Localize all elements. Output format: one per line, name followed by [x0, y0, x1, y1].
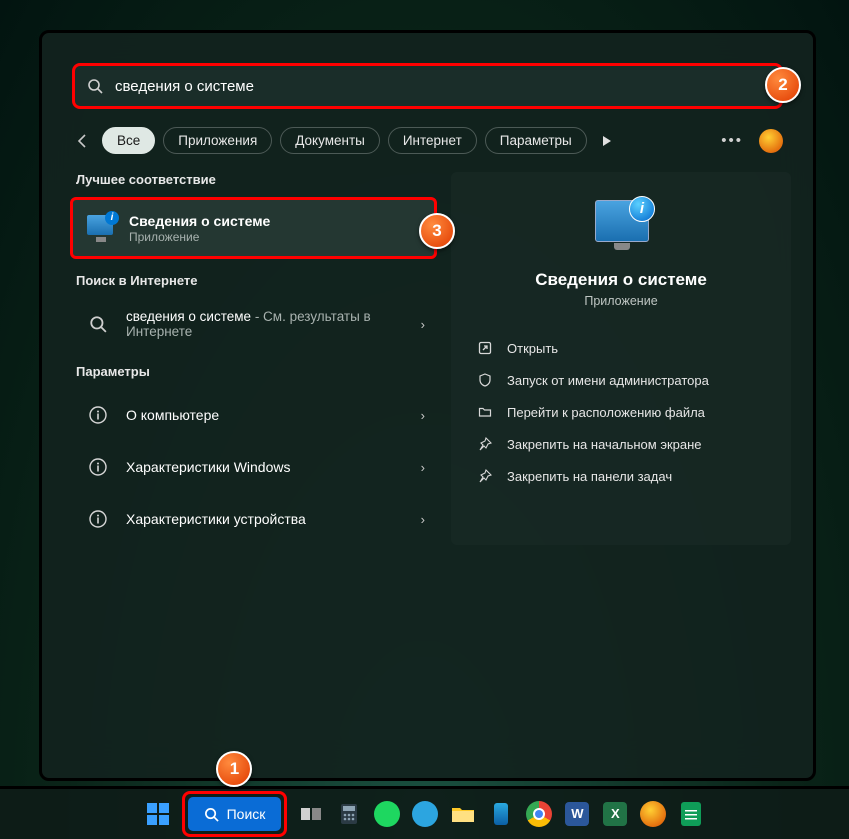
taskbar-search-button[interactable]: Поиск [188, 797, 282, 831]
action-label: Закрепить на панели задач [507, 469, 672, 484]
annotation-badge-1: 1 [216, 751, 252, 787]
search-window: 2 Все Приложения Документы Интернет Пара… [39, 30, 816, 781]
result-web-search[interactable]: сведения о системе - См. результаты в Ин… [70, 298, 437, 350]
action-open-location[interactable]: Перейти к расположению файла [451, 396, 791, 428]
result-title: Сведения о системе [129, 213, 422, 229]
search-box[interactable] [72, 63, 783, 109]
sheets-icon[interactable] [677, 800, 705, 828]
info-icon [82, 503, 114, 535]
spotify-icon[interactable] [373, 800, 401, 828]
word-icon[interactable]: W [563, 800, 591, 828]
folder-icon [477, 404, 493, 420]
desktop: 2 Все Приложения Документы Интернет Пара… [0, 0, 849, 839]
pin-icon [477, 468, 493, 484]
system-info-icon: i [85, 212, 117, 244]
start-button[interactable] [144, 800, 172, 828]
annotation-badge-3: 3 [419, 213, 455, 249]
filter-settings[interactable]: Параметры [485, 127, 587, 154]
action-pin-taskbar[interactable]: Закрепить на панели задач [451, 460, 791, 492]
more-filters-icon[interactable] [601, 135, 613, 147]
filter-documents[interactable]: Документы [280, 127, 380, 154]
action-open[interactable]: Открыть [451, 332, 791, 364]
result-device-specs[interactable]: Характеристики устройства › [70, 493, 437, 545]
chevron-right-icon: › [421, 317, 425, 332]
taskbar-search-callout: Поиск [182, 791, 288, 837]
action-label: Запуск от имени администратора [507, 373, 709, 388]
taskbar-search-label: Поиск [227, 806, 266, 822]
ccleaner-icon[interactable] [639, 800, 667, 828]
search-icon [87, 78, 103, 94]
search-input[interactable] [113, 77, 768, 96]
filter-apps[interactable]: Приложения [163, 127, 272, 154]
preview-sub: Приложение [451, 294, 791, 308]
chevron-right-icon: › [421, 512, 425, 527]
chrome-icon[interactable] [525, 800, 553, 828]
user-avatar[interactable] [759, 129, 783, 153]
filter-web[interactable]: Интернет [388, 127, 477, 154]
info-icon [82, 399, 114, 431]
preview-app-icon: i [589, 198, 653, 254]
settings-header: Параметры [76, 364, 431, 379]
excel-icon[interactable]: X [601, 800, 629, 828]
best-match-header: Лучшее соответствие [76, 172, 431, 187]
pin-icon [477, 436, 493, 452]
action-run-admin[interactable]: Запуск от имени администратора [451, 364, 791, 396]
shield-icon [477, 372, 493, 388]
setting-label: Характеристики Windows [126, 459, 421, 475]
info-icon [82, 451, 114, 483]
open-icon [477, 340, 493, 356]
web-item-query: сведения о системе [126, 309, 251, 324]
app-icon[interactable] [487, 800, 515, 828]
preview-title: Сведения о системе [451, 270, 791, 290]
filter-row: Все Приложения Документы Интернет Параме… [72, 127, 783, 154]
explorer-icon[interactable] [449, 800, 477, 828]
calculator-icon[interactable] [335, 800, 363, 828]
web-search-header: Поиск в Интернете [76, 273, 431, 288]
taskview-icon[interactable] [297, 800, 325, 828]
filter-all[interactable]: Все [102, 127, 155, 154]
more-options-icon[interactable]: ••• [721, 132, 743, 149]
action-pin-start[interactable]: Закрепить на начальном экране [451, 428, 791, 460]
preview-panel: i Сведения о системе Приложение Открыть … [451, 172, 791, 545]
chevron-right-icon: › [421, 408, 425, 423]
result-sub: Приложение [129, 230, 422, 244]
result-about-pc[interactable]: О компьютере › [70, 389, 437, 441]
action-label: Закрепить на начальном экране [507, 437, 702, 452]
result-system-info[interactable]: i Сведения о системе Приложение [70, 197, 437, 259]
action-label: Перейти к расположению файла [507, 405, 705, 420]
taskbar: Поиск 1 W X [0, 786, 849, 839]
annotation-badge-2: 2 [765, 67, 801, 103]
setting-label: Характеристики устройства [126, 511, 421, 527]
action-label: Открыть [507, 341, 558, 356]
back-button[interactable] [72, 130, 94, 152]
setting-label: О компьютере [126, 407, 421, 423]
chevron-right-icon: › [421, 460, 425, 475]
results-panel: Лучшее соответствие i Сведения о системе [70, 172, 437, 545]
result-windows-specs[interactable]: Характеристики Windows › [70, 441, 437, 493]
search-icon [82, 308, 114, 340]
telegram-icon[interactable] [411, 800, 439, 828]
